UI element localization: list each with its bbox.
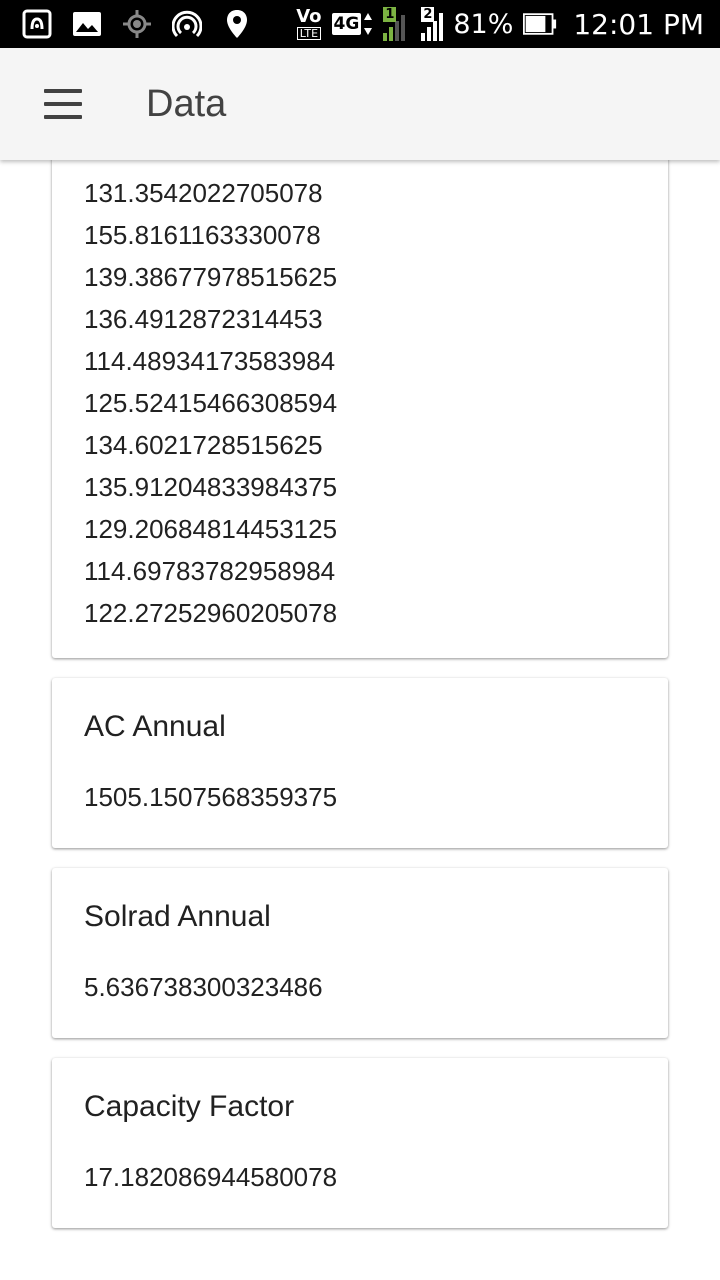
data-content[interactable]: 131.3542022705078 155.8161163330078 139.… <box>0 160 720 1280</box>
volte-top-label: Vo <box>296 6 322 27</box>
data-arrows-icon <box>364 13 373 35</box>
sim1-signal-icon: 1 <box>383 7 406 41</box>
list-item: 134.6021728515625 <box>84 430 323 460</box>
sim1-label: 1 <box>383 7 397 22</box>
list-item: 136.4912872314453 <box>84 304 323 334</box>
volte-icon: Vo LTE <box>296 6 322 40</box>
ac-annual-title: AC Annual <box>84 710 226 743</box>
list-item: 125.52415466308594 <box>84 388 338 418</box>
solrad-annual-card: Solrad Annual 5.636738300323486 <box>52 868 668 1038</box>
clock: 12:01 PM <box>573 7 704 41</box>
list-item: 122.27252960205078 <box>84 598 338 628</box>
battery-percent: 81% <box>453 8 514 40</box>
capacity-factor-card: Capacity Factor 17.182086944580078 <box>52 1058 668 1228</box>
volte-bottom-label: LTE <box>296 27 322 40</box>
page-title: Data <box>146 82 227 125</box>
network-type-badge: 4G <box>331 11 374 37</box>
monthly-values-card: 131.3542022705078 155.8161163330078 139.… <box>52 160 668 658</box>
status-bar: Vo LTE 4G 1 2 81% 12:01 PM <box>0 0 720 48</box>
image-icon <box>70 9 104 39</box>
location-pin-icon <box>220 9 254 39</box>
battery-icon <box>523 9 557 39</box>
ac-annual-card: AC Annual 1505.1507568359375 <box>52 678 668 848</box>
sim2-label: 2 <box>421 7 435 22</box>
list-item: 114.48934173583984 <box>84 346 336 376</box>
network-type-label: 4G <box>331 13 362 35</box>
list-item: 131.3542022705078 <box>84 178 323 208</box>
list-item: 139.38677978515625 <box>84 262 338 292</box>
ac-annual-value: 1505.1507568359375 <box>84 782 338 812</box>
monthly-values-list: 131.3542022705078 155.8161163330078 139.… <box>84 172 337 634</box>
capacity-factor-value: 17.182086944580078 <box>84 1162 338 1192</box>
list-item: 114.69783782958984 <box>84 556 336 586</box>
list-item: 129.20684814453125 <box>84 514 338 544</box>
capacity-factor-title: Capacity Factor <box>84 1090 295 1123</box>
sim2-signal-icon: 2 <box>421 7 444 41</box>
solrad-annual-title: Solrad Annual <box>84 900 271 933</box>
status-bar-right: Vo LTE 4G 1 2 81% 12:01 PM <box>296 7 704 41</box>
solrad-annual-value: 5.636738300323486 <box>84 972 323 1002</box>
list-item: 155.8161163330078 <box>84 220 321 250</box>
app-bar: Data <box>0 48 720 160</box>
list-item: 135.91204833984375 <box>84 472 338 502</box>
hamburger-menu-icon[interactable] <box>44 89 84 119</box>
hotspot-icon <box>170 9 204 39</box>
gps-icon <box>120 9 154 39</box>
status-bar-left <box>20 9 254 39</box>
nfc-icon <box>20 9 54 39</box>
